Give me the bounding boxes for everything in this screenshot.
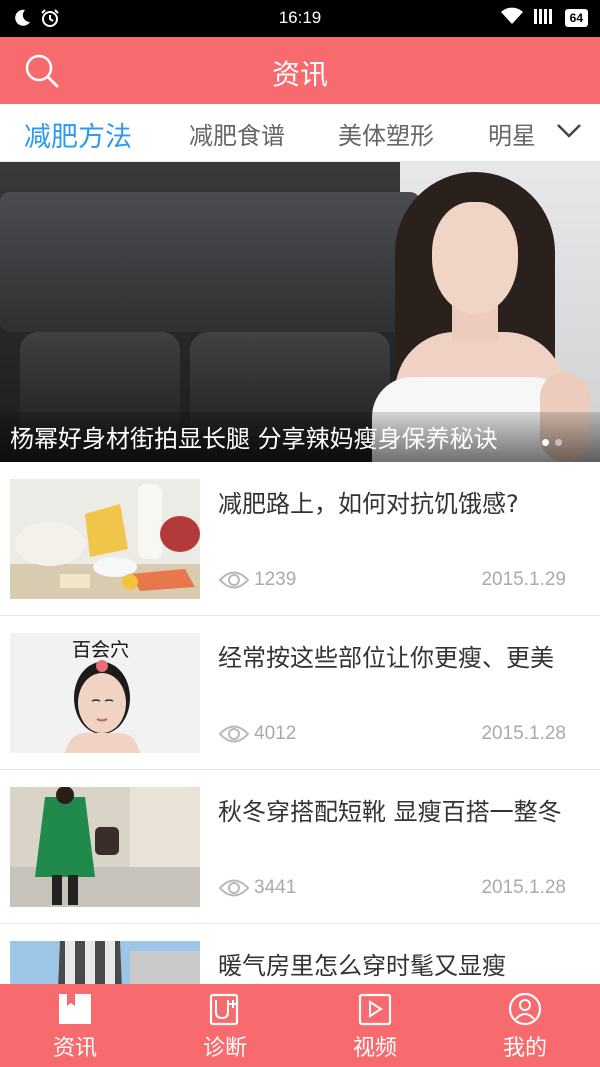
wifi-icon: [500, 7, 523, 29]
news-thumbnail: [10, 941, 200, 984]
nav-item-profile[interactable]: 我的: [450, 984, 600, 1067]
publish-date: 2015.1.28: [481, 877, 566, 898]
pagination-dot: [555, 439, 562, 446]
publish-date: 2015.1.29: [481, 569, 566, 590]
news-title: 减肥路上，如何对抗饥饿感?: [218, 490, 519, 518]
banner-sofa: [0, 192, 420, 332]
more-tabs-button[interactable]: [530, 104, 600, 161]
banner-figure-face: [432, 202, 518, 314]
signal-icon: [533, 7, 555, 29]
tab-body-shaping[interactable]: 美体塑形: [338, 116, 434, 151]
nav-label-diagnosis: 诊断: [202, 1036, 247, 1061]
status-bar: 16:19 64: [0, 0, 600, 37]
list-item[interactable]: 暖气房里怎么穿时髦又显瘦: [0, 924, 600, 984]
banner-caption: 杨幂好身材街拍显长腿 分享辣妈瘦身保养秘诀: [10, 425, 498, 453]
nav-label-news: 资讯: [52, 1036, 97, 1061]
featured-banner[interactable]: 杨幂好身材街拍显长腿 分享辣妈瘦身保养秘诀: [0, 162, 600, 462]
nav-item-video[interactable]: 视频: [300, 984, 450, 1067]
nav-label-profile: 我的: [502, 1036, 547, 1061]
list-item[interactable]: 百会穴 经常按这些部位让你更瘦、更美 4012 2015.1.28: [0, 616, 600, 770]
news-thumbnail: [10, 787, 200, 907]
eye-icon: [218, 877, 250, 905]
publish-date: 2015.1.28: [481, 723, 566, 744]
eye-icon: [218, 723, 250, 751]
tab-weight-loss-methods[interactable]: 减肥方法: [24, 115, 132, 154]
view-count: 4012: [254, 723, 297, 744]
list-item[interactable]: 减肥路上，如何对抗饥饿感? 1239 2015.1.29: [0, 462, 600, 616]
news-title: 秋冬穿搭配短靴 显瘦百搭一整冬: [218, 798, 562, 826]
news-title: 暖气房里怎么穿时髦又显瘦: [218, 952, 506, 980]
banner-pagination: [542, 439, 562, 446]
news-list: 减肥路上，如何对抗饥饿感? 1239 2015.1.29 百会穴 经常按这些部位…: [0, 462, 600, 984]
thumbnail-text: 百会穴: [72, 639, 130, 661]
app-header: 资讯: [0, 37, 600, 104]
battery-icon: 64: [564, 9, 588, 27]
bottom-navigation: 资讯 诊断 视频 我的: [0, 984, 600, 1067]
view-count: 1239: [254, 569, 297, 590]
pagination-dot: [542, 439, 549, 446]
nav-item-diagnosis[interactable]: 诊断: [150, 984, 300, 1067]
page-title: 资讯: [271, 58, 328, 91]
news-meta: 3441 2015.1.28: [218, 874, 568, 904]
category-tabs: 减肥方法 减肥食谱 美体塑形 明星: [0, 104, 600, 162]
nav-item-news[interactable]: 资讯: [0, 984, 150, 1067]
list-item[interactable]: 秋冬穿搭配短靴 显瘦百搭一整冬 3441 2015.1.28: [0, 770, 600, 924]
tab-diet-recipes[interactable]: 减肥食谱: [189, 116, 285, 151]
news-thumbnail: 百会穴: [10, 633, 200, 753]
news-meta: 4012 2015.1.28: [218, 720, 568, 750]
nav-label-video: 视频: [352, 1036, 397, 1061]
tab-celebrity[interactable]: 明星: [488, 116, 536, 151]
news-thumbnail: [10, 479, 200, 599]
eye-icon: [218, 569, 250, 597]
news-title: 经常按这些部位让你更瘦、更美: [218, 644, 554, 672]
view-count: 3441: [254, 877, 297, 898]
news-meta: 1239 2015.1.29: [218, 566, 568, 596]
